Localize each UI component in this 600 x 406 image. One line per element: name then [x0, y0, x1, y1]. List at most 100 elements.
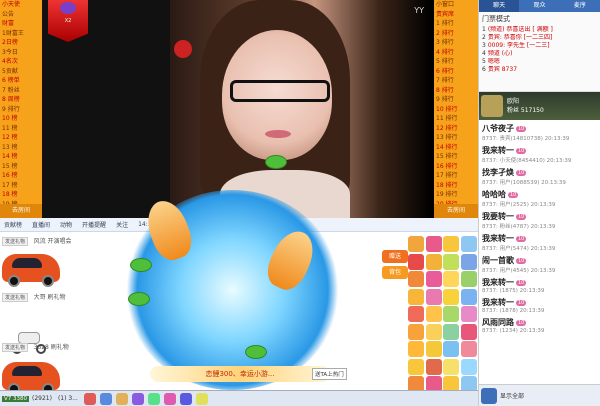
gift-item-icon[interactable]	[425, 253, 442, 270]
gift-item-icon[interactable]	[443, 271, 459, 287]
gift-item-icon[interactable]	[443, 306, 459, 322]
gift-item-icon[interactable]	[408, 306, 424, 322]
gift-item-icon[interactable]	[443, 341, 459, 357]
toolbar-icon[interactable]	[179, 392, 192, 405]
rank-row[interactable]: 9 排行	[434, 95, 478, 105]
toolbar-icon[interactable]	[163, 392, 176, 405]
gift-action-button[interactable]: 背包	[382, 266, 408, 279]
lower-tab[interactable]: 开播提醒	[82, 220, 106, 229]
rank-row[interactable]: 贵宾席	[434, 10, 478, 20]
toolbar-icon[interactable]	[99, 392, 112, 405]
gift-item-icon[interactable]	[425, 236, 442, 252]
rank-row[interactable]: 14 排行	[434, 143, 478, 153]
message-username[interactable]: 找李孑焕	[482, 168, 514, 177]
rank-row[interactable]: 5 排行	[434, 57, 478, 67]
gift-item-icon[interactable]	[460, 288, 477, 305]
gift-item-icon[interactable]	[408, 271, 424, 287]
rank-row[interactable]: 4 排行	[434, 48, 478, 58]
gift-item-icon[interactable]	[425, 358, 442, 375]
rank-badge[interactable]: X2	[48, 0, 88, 42]
go-room-button[interactable]: 去房间	[0, 204, 42, 218]
rank-row[interactable]: 10 排行	[434, 105, 478, 115]
rank-row[interactable]: 18 排行	[434, 181, 478, 191]
message-username[interactable]: 我来转一	[482, 278, 514, 287]
rank-row[interactable]: 17 排行	[434, 171, 478, 181]
rank-row[interactable]: 18 榜	[0, 190, 42, 200]
gift-item-icon[interactable]	[460, 358, 477, 375]
rank-row[interactable]: 5贡献	[0, 67, 42, 77]
rank-row[interactable]: 12 排行	[434, 124, 478, 134]
gift-item-icon[interactable]	[460, 323, 477, 340]
rank-row[interactable]: 2 排行	[434, 29, 478, 39]
send-gift-button[interactable]: 发送礼物	[2, 293, 29, 302]
gift-item-icon[interactable]	[460, 271, 477, 287]
rank-row[interactable]: 1 排行	[434, 19, 478, 29]
chat-tab[interactable]: 聊天	[479, 0, 520, 12]
rank-row[interactable]: 19 排行	[434, 190, 478, 200]
send-gift-button[interactable]: 发送礼物	[2, 237, 29, 246]
rank-row[interactable]: 11 榜	[0, 124, 42, 134]
rank-row[interactable]: 4名次	[0, 57, 42, 67]
gift-item-icon[interactable]	[443, 236, 459, 252]
avatar[interactable]	[481, 95, 503, 117]
rank-row[interactable]: 14 榜	[0, 152, 42, 162]
video-stream[interactable]: YY	[170, 0, 432, 218]
rank-row[interactable]: 15 榜	[0, 162, 42, 172]
chat-icon[interactable]	[481, 387, 497, 404]
gift-item-icon[interactable]	[408, 253, 424, 270]
gift-item-icon[interactable]	[460, 236, 477, 252]
message-username[interactable]: 风雨同路	[482, 318, 514, 327]
toolbar-icon[interactable]	[195, 392, 208, 405]
rank-row[interactable]: 9 排行	[0, 105, 42, 115]
gift-item-icon[interactable]	[443, 288, 459, 305]
message-username[interactable]: 闹一首歌	[482, 256, 514, 265]
message-username[interactable]: 八爷夜子	[482, 124, 514, 133]
gift-item-icon[interactable]	[408, 236, 424, 252]
rank-row[interactable]: 小窗口	[434, 0, 478, 10]
gift-item-icon[interactable]	[460, 306, 477, 322]
lower-tab[interactable]: 贡献榜	[4, 220, 22, 229]
rank-row[interactable]: 16 排行	[434, 162, 478, 172]
rank-row[interactable]: 6 排行	[434, 67, 478, 77]
rank-row[interactable]: 8 排行	[434, 86, 478, 96]
gift-action-button[interactable]: 赠送	[382, 250, 408, 263]
gift-item-icon[interactable]	[425, 288, 442, 305]
rank-row[interactable]: 3 排行	[434, 38, 478, 48]
rank-row[interactable]: 3今日	[0, 48, 42, 58]
chat-tab[interactable]: 观众	[519, 0, 559, 12]
gift-item-icon[interactable]	[443, 253, 459, 270]
message-username[interactable]: 我来转一	[482, 146, 514, 155]
rank-row[interactable]: 12 榜	[0, 133, 42, 143]
send-gift-button[interactable]: 发送礼物	[2, 343, 29, 352]
gift-item-icon[interactable]	[460, 341, 477, 357]
chat-tab[interactable]: 麦序	[560, 0, 600, 12]
rank-row[interactable]: 1财富王	[0, 29, 42, 39]
rank-row[interactable]: 11 排行	[434, 114, 478, 124]
message-username[interactable]: 哈哈哈	[482, 190, 506, 199]
rank-row[interactable]: 公告	[0, 10, 42, 20]
gift-item-icon[interactable]	[425, 323, 442, 340]
rank-row[interactable]: 17 榜	[0, 181, 42, 191]
gift-item-icon[interactable]	[408, 323, 424, 340]
chat-footer[interactable]: 显示全部	[479, 384, 600, 406]
toolbar-icon[interactable]	[115, 392, 128, 405]
rank-row[interactable]: 财富	[0, 19, 42, 29]
rank-row[interactable]: 6 榜单	[0, 76, 42, 86]
rank-row[interactable]: 8 周榜	[0, 95, 42, 105]
message-username[interactable]: 我要转一	[482, 212, 514, 221]
message-username[interactable]: 我来转一	[482, 298, 514, 307]
toolbar-icon[interactable]	[147, 392, 160, 405]
lower-tab[interactable]: 关注	[116, 220, 128, 229]
gift-item-icon[interactable]	[443, 323, 459, 340]
gift-item-icon[interactable]	[408, 341, 424, 357]
lower-tab[interactable]: 直播间	[32, 220, 50, 229]
host-card[interactable]: 欧阳 粉丝 517150	[479, 92, 600, 120]
rank-row[interactable]: 16 榜	[0, 171, 42, 181]
gift-item-icon[interactable]	[460, 253, 477, 270]
rank-row[interactable]: 13 排行	[434, 133, 478, 143]
lower-tab[interactable]: 动物	[60, 220, 72, 229]
go-room-button[interactable]: 去房间	[434, 204, 478, 218]
rank-row[interactable]: 13 榜	[0, 143, 42, 153]
gift-item-icon[interactable]	[425, 341, 442, 357]
gift-item-icon[interactable]	[425, 271, 442, 287]
